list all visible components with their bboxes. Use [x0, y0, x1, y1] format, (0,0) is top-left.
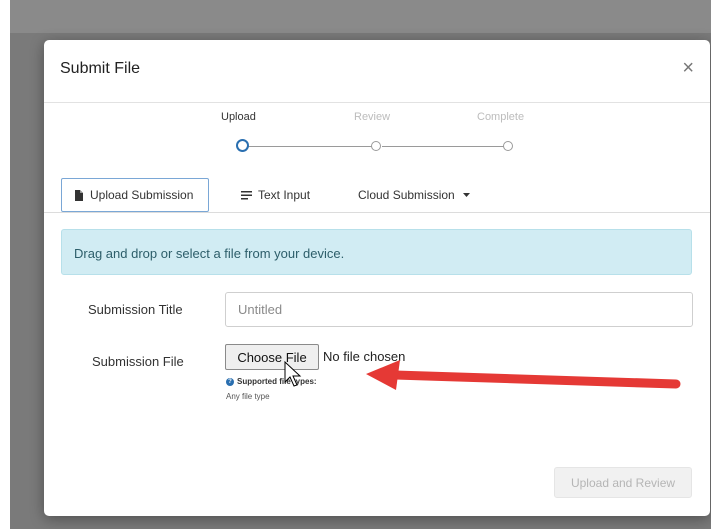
step-label-upload: Upload [221, 111, 256, 123]
close-button[interactable]: × [682, 58, 694, 78]
step-label-complete: Complete [477, 111, 525, 123]
help-icon: ? [226, 377, 234, 386]
page-edge [0, 0, 10, 529]
submission-title-input[interactable] [225, 292, 693, 327]
modal-title: Submit File [60, 60, 141, 77]
tab-label: Upload Submission [90, 188, 194, 202]
tab-label: Cloud Submission [358, 188, 455, 202]
tab-upload-submission[interactable]: Upload Submission [61, 178, 209, 212]
backdrop-bar [10, 0, 711, 33]
file-icon [74, 189, 84, 201]
help-title: Supported file types: [237, 377, 317, 386]
supported-file-types: ? Supported file types: [226, 377, 317, 386]
tab-divider [44, 212, 710, 213]
alert-text: Drag and drop or select a file from your… [74, 246, 345, 261]
no-file-status: No file chosen [323, 349, 406, 364]
step-dot-review [371, 141, 381, 151]
step-connector [382, 146, 504, 147]
step-label-review: Review [354, 111, 391, 123]
drop-zone-alert[interactable]: Drag and drop or select a file from your… [61, 229, 692, 275]
chevron-down-icon [462, 192, 470, 198]
submission-file-label: Submission File [92, 354, 184, 369]
text-lines-icon [241, 190, 252, 200]
tab-cloud-submission[interactable]: Cloud Submission [358, 178, 470, 212]
choose-file-button[interactable]: Choose File [225, 344, 319, 370]
submission-title-label: Submission Title [88, 302, 183, 317]
step-dot-complete [503, 141, 513, 151]
modal-header: Submit File × [44, 40, 710, 103]
tab-text-input[interactable]: Text Input [241, 178, 310, 212]
tab-label: Text Input [258, 188, 311, 202]
upload-and-review-button[interactable]: Upload and Review [554, 467, 692, 498]
step-connector [248, 146, 372, 147]
submit-file-modal: Submit File × Upload Review Complete Upl… [44, 40, 710, 516]
file-types-detail: Any file type [226, 392, 270, 401]
step-dot-upload [236, 139, 249, 152]
